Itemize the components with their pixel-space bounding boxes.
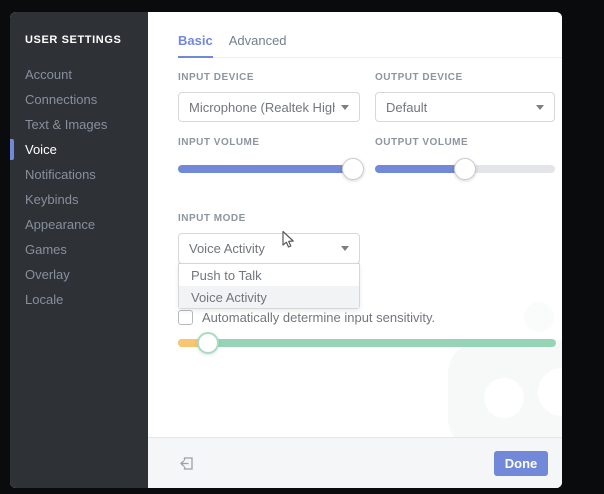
sidebar-nav: Account Connections Text & Images Voice … — [10, 62, 148, 312]
output-device-select[interactable]: Default — [375, 92, 555, 122]
sidebar-item-label: Voice — [25, 142, 57, 157]
user-settings-window: USER SETTINGS Account Connections Text &… — [10, 12, 562, 488]
device-selects-row: Microphone (Realtek High De... Default — [178, 83, 562, 122]
output-volume-label: OUTPUT VOLUME — [375, 137, 469, 148]
discord-watermark — [448, 340, 562, 452]
output-volume-slider[interactable] — [375, 158, 555, 180]
sidebar-item-keybinds[interactable]: Keybinds — [10, 187, 148, 212]
tab-bar: Basic Advanced — [178, 12, 562, 58]
sidebar-item-label: Keybinds — [25, 192, 79, 207]
input-sensitivity-slider[interactable] — [178, 332, 556, 354]
auto-sensitivity-row: Automatically determine input sensitivit… — [178, 310, 562, 325]
active-indicator — [10, 139, 14, 160]
chevron-down-icon — [341, 246, 349, 251]
slider-fill — [178, 165, 353, 173]
tab-basic[interactable]: Basic — [178, 33, 213, 58]
sidebar-item-notifications[interactable]: Notifications — [10, 162, 148, 187]
sidebar-item-connections[interactable]: Connections — [10, 87, 148, 112]
sidebar-item-text-and-images[interactable]: Text & Images — [10, 112, 148, 137]
voice-settings-panel: Basic Advanced INPUT DEVICE OUTPUT DEVIC… — [148, 12, 562, 488]
input-device-select[interactable]: Microphone (Realtek High De... — [178, 92, 360, 122]
sidebar-item-appearance[interactable]: Appearance — [10, 212, 148, 237]
logout-icon — [180, 456, 193, 470]
chevron-down-icon — [341, 104, 349, 110]
input-volume-handle[interactable] — [341, 158, 364, 180]
input-device-label: INPUT DEVICE — [178, 72, 255, 83]
chevron-down-icon — [536, 104, 544, 110]
sidebar-item-label: Games — [25, 242, 67, 257]
input-mode-dropdown: Push to Talk Voice Activity — [178, 263, 360, 309]
option-voice-activity[interactable]: Voice Activity — [179, 286, 359, 308]
input-mode-select[interactable]: Voice Activity — [178, 233, 360, 264]
output-device-label: OUTPUT DEVICE — [375, 72, 463, 83]
volume-labels-row: INPUT VOLUME OUTPUT VOLUME — [178, 137, 562, 148]
sidebar-item-account[interactable]: Account — [10, 62, 148, 87]
input-volume-slider[interactable] — [178, 158, 364, 180]
sensitivity-handle[interactable] — [197, 332, 220, 354]
input-volume-label: INPUT VOLUME — [178, 137, 260, 148]
output-volume-handle[interactable] — [454, 158, 476, 180]
watermark-circle — [538, 368, 562, 416]
sidebar-item-overlay[interactable]: Overlay — [10, 262, 148, 287]
input-mode-label: INPUT MODE — [178, 213, 246, 224]
sidebar-item-label: Overlay — [25, 267, 70, 282]
output-device-value: Default — [386, 99, 428, 115]
footer-bar: Done — [148, 437, 562, 488]
sidebar-item-games[interactable]: Games — [10, 237, 148, 262]
volume-sliders-row — [178, 148, 562, 180]
tab-advanced[interactable]: Advanced — [229, 33, 287, 58]
device-labels-row: INPUT DEVICE OUTPUT DEVICE — [178, 72, 562, 83]
sidebar-item-locale[interactable]: Locale — [10, 287, 148, 312]
done-button[interactable]: Done — [494, 450, 548, 476]
sidebar: USER SETTINGS Account Connections Text &… — [10, 12, 148, 488]
auto-sensitivity-checkbox[interactable] — [178, 310, 193, 325]
input-mode-select-wrap: Voice Activity Push to Talk Voice Activi… — [178, 233, 360, 309]
sidebar-item-label: Text & Images — [25, 117, 108, 132]
sidebar-header: USER SETTINGS — [25, 34, 122, 46]
sidebar-item-label: Connections — [25, 92, 98, 107]
input-mode-value: Voice Activity — [189, 241, 265, 256]
screen: USER SETTINGS Account Connections Text &… — [0, 0, 604, 494]
auto-sensitivity-label: Automatically determine input sensitivit… — [202, 310, 436, 325]
sidebar-item-label: Account — [25, 67, 72, 82]
slider-fill — [375, 165, 465, 173]
option-push-to-talk[interactable]: Push to Talk — [179, 264, 359, 286]
watermark-circle — [484, 378, 524, 418]
logout-button[interactable] — [178, 454, 196, 472]
sidebar-item-label: Locale — [25, 292, 64, 307]
sidebar-item-voice[interactable]: Voice — [10, 137, 148, 162]
sidebar-item-label: Notifications — [25, 167, 96, 182]
input-device-value: Microphone (Realtek High De... — [189, 99, 335, 115]
sidebar-item-label: Appearance — [25, 217, 96, 232]
